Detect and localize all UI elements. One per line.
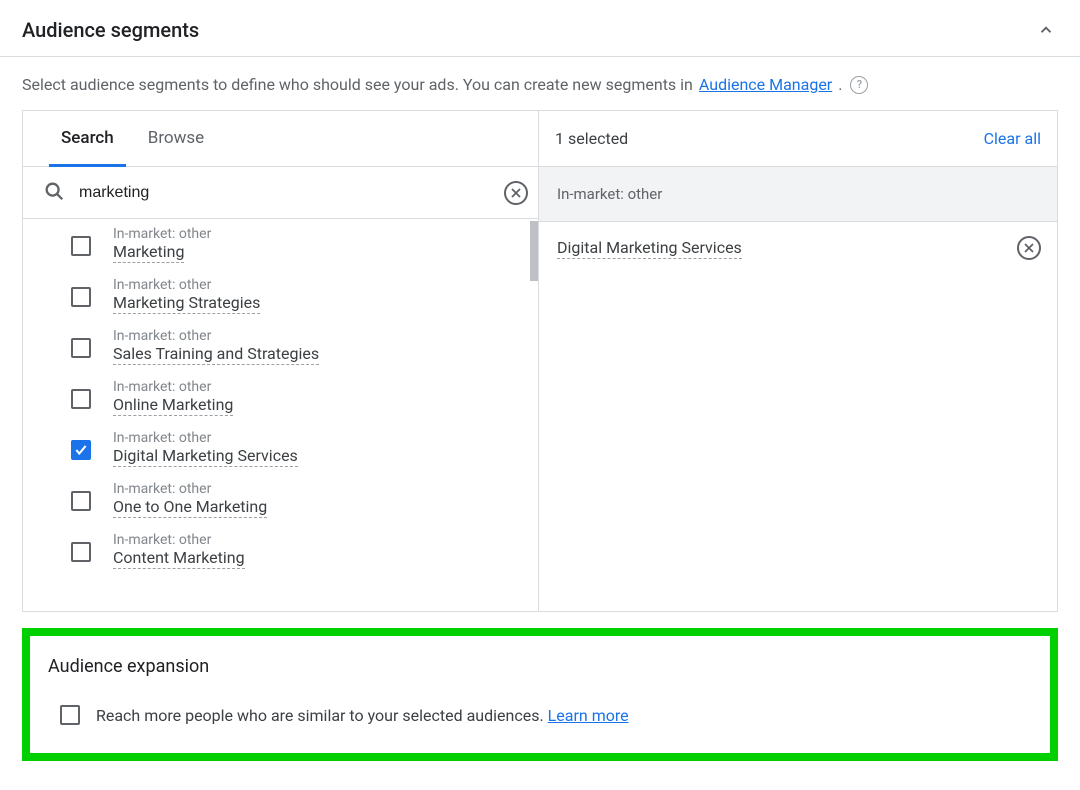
section-title: Audience segments [22,18,199,42]
result-checkbox[interactable] [71,287,91,307]
result-text[interactable]: In-market: otherDigital Marketing Servic… [113,430,518,467]
selected-header: 1 selected Clear all [539,111,1057,167]
result-name: Marketing Strategies [113,293,260,314]
result-row: In-market: otherContent Marketing [23,525,538,576]
result-category: In-market: other [113,226,518,242]
result-name: Content Marketing [113,548,245,569]
selected-count: 1 selected [555,129,628,148]
result-category: In-market: other [113,430,518,446]
result-text[interactable]: In-market: otherContent Marketing [113,532,518,569]
result-text[interactable]: In-market: otherOnline Marketing [113,379,518,416]
result-checkbox[interactable] [71,491,91,511]
section-header: Audience segments [0,0,1080,57]
tabs: Search Browse [23,111,538,167]
result-row: In-market: otherDigital Marketing Servic… [23,423,538,474]
remove-selected-button[interactable] [1017,236,1041,260]
collapse-toggle[interactable] [1034,18,1058,42]
search-input[interactable] [77,183,504,203]
result-row: In-market: otherOne to One Marketing [23,474,538,525]
result-category: In-market: other [113,277,518,293]
search-row [23,167,538,219]
audience-expansion-text: Reach more people who are similar to you… [96,706,629,725]
close-icon [510,187,522,199]
clear-all-button[interactable]: Clear all [984,129,1041,148]
left-column: Search Browse In-market: otherMarketingI… [23,111,539,611]
result-name: Sales Training and Strategies [113,344,319,365]
audience-manager-link[interactable]: Audience Manager [699,75,832,94]
learn-more-link[interactable]: Learn more [548,706,629,725]
result-checkbox[interactable] [71,389,91,409]
audience-expansion-title: Audience expansion [48,656,1032,677]
tab-search[interactable]: Search [49,111,126,167]
intro-text-before: Select audience segments to define who s… [22,75,693,94]
result-name: One to One Marketing [113,497,267,518]
result-name: Digital Marketing Services [113,446,298,467]
segments-panel: Search Browse In-market: otherMarketingI… [22,110,1058,612]
clear-search-button[interactable] [504,181,528,205]
result-row: In-market: otherMarketing Strategies [23,270,538,321]
result-row: In-market: otherSales Training and Strat… [23,321,538,372]
result-category: In-market: other [113,532,518,548]
result-checkbox[interactable] [71,338,91,358]
right-column: 1 selected Clear all In-market: other Di… [539,111,1057,611]
result-name: Online Marketing [113,395,233,416]
result-checkbox[interactable] [71,542,91,562]
result-category: In-market: other [113,379,518,395]
audience-expansion-checkbox[interactable] [60,705,80,725]
result-text[interactable]: In-market: otherMarketing Strategies [113,277,518,314]
result-category: In-market: other [113,481,518,497]
result-name: Marketing [113,242,184,263]
audience-expansion-desc: Reach more people who are similar to you… [96,706,548,725]
results-list: In-market: otherMarketingIn-market: othe… [23,219,538,611]
search-icon [43,180,65,206]
selected-group-header: In-market: other [539,167,1057,222]
close-icon [1023,242,1035,254]
chevron-up-icon [1037,21,1055,39]
intro-text: Select audience segments to define who s… [0,57,1080,110]
result-row: In-market: otherOnline Marketing [23,372,538,423]
result-row: In-market: otherMarketing [23,219,538,270]
result-text[interactable]: In-market: otherOne to One Marketing [113,481,518,518]
audience-expansion-section: Audience expansion Reach more people who… [22,628,1058,761]
tab-browse[interactable]: Browse [136,111,216,167]
selected-name: Digital Marketing Services [557,238,742,259]
help-icon[interactable]: ? [850,76,868,94]
selected-row: Digital Marketing Services [539,222,1057,274]
scrollbar-thumb[interactable] [530,221,538,281]
result-text[interactable]: In-market: otherSales Training and Strat… [113,328,518,365]
result-text[interactable]: In-market: otherMarketing [113,226,518,263]
result-category: In-market: other [113,328,518,344]
result-checkbox[interactable] [71,440,91,460]
intro-text-after: . [838,75,842,94]
result-checkbox[interactable] [71,236,91,256]
